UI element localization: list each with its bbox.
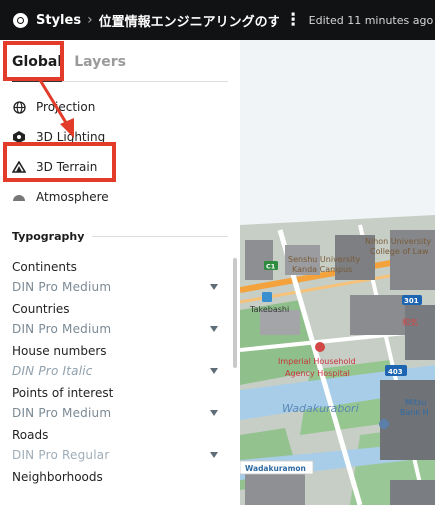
- map-3d-view: Nihon University College of Law Senshu U…: [240, 40, 435, 505]
- globe-icon: [12, 100, 26, 114]
- map-label-bank-h: Bank H: [400, 408, 429, 417]
- caret-down-icon: [210, 284, 218, 290]
- font-value: DIN Pro Italic: [12, 364, 93, 378]
- property-label: Points of interest: [12, 386, 114, 400]
- mapbox-logo-icon[interactable]: [13, 12, 28, 28]
- route-301-shield: 301: [404, 297, 419, 305]
- highlight-global-tab: [3, 41, 64, 81]
- map-label-college-of-law: College of Law: [370, 247, 429, 256]
- property-label: Roads: [12, 428, 49, 442]
- font-select-house-numbers[interactable]: DIN Pro Italic: [12, 361, 222, 381]
- map-label-agency-hospital: Agency Hospital: [285, 369, 350, 378]
- chevron-right-icon: ›: [87, 12, 93, 28]
- map-label-wadakurabori: Wadakurabori: [282, 402, 359, 415]
- property-label: Continents: [12, 260, 77, 274]
- caret-down-icon: [210, 410, 218, 416]
- caret-down-icon: [210, 452, 218, 458]
- typography-heading: Typography: [12, 228, 228, 244]
- sidebar-item-label: Atmosphere: [36, 190, 109, 204]
- property-continents: Continents DIN Pro Medium: [12, 257, 222, 299]
- property-label: Neighborhoods: [12, 470, 103, 484]
- font-select-continents[interactable]: DIN Pro Medium: [12, 277, 222, 297]
- map-label-kanda-campus: Kanda Campus: [292, 265, 352, 274]
- typography-properties: Continents DIN Pro Medium Countries DIN …: [12, 257, 222, 505]
- property-label: Countries: [12, 302, 70, 316]
- map-label-takebashi: Takebashi: [249, 305, 289, 314]
- more-options-icon[interactable]: ⋮: [285, 10, 302, 30]
- sidebar-item-projection[interactable]: Projection: [12, 92, 228, 122]
- top-bar: Styles › 位置情報エンジニアリングのす... ⋮ Edited 11 m…: [0, 0, 435, 40]
- map-label-kanji: 和気: [402, 317, 418, 327]
- font-select-countries[interactable]: DIN Pro Medium: [12, 319, 222, 339]
- font-select-roads[interactable]: DIN Pro Regular: [12, 445, 222, 465]
- edited-status: Edited 11 minutes ago: [308, 13, 434, 27]
- map-canvas[interactable]: Nihon University College of Law Senshu U…: [240, 40, 435, 505]
- map-label-nihon-university: Nihon University: [365, 237, 431, 246]
- font-select-points-of-interest[interactable]: DIN Pro Medium: [12, 403, 222, 423]
- property-label: House numbers: [12, 344, 107, 358]
- route-403-shield: 403: [388, 368, 403, 376]
- highlight-3d-terrain: [3, 142, 116, 182]
- property-countries: Countries DIN Pro Medium: [12, 299, 222, 341]
- property-house-numbers: House numbers DIN Pro Italic: [12, 341, 222, 383]
- caret-down-icon: [210, 368, 218, 374]
- font-value: DIN Pro Regular: [12, 448, 110, 462]
- sidebar: Global Layers Projection 3D Lighting 3D …: [0, 40, 240, 505]
- breadcrumb-styles[interactable]: Styles: [36, 13, 81, 28]
- font-value: DIN Pro Medium: [12, 280, 112, 294]
- atmosphere-icon: [12, 190, 26, 204]
- sidebar-item-label: Projection: [36, 100, 96, 114]
- font-value: DIN Pro Medium: [12, 406, 112, 420]
- map-label-senshu-university: Senshu University: [288, 255, 361, 264]
- sidebar-item-atmosphere[interactable]: Atmosphere: [12, 182, 228, 212]
- font-value: DIN Pro Medium: [12, 322, 112, 336]
- style-title[interactable]: 位置情報エンジニアリングのす...: [99, 11, 279, 30]
- property-roads: Roads DIN Pro Regular: [12, 425, 222, 467]
- map-label-wadakuramon: Wadakuramon: [245, 464, 306, 473]
- map-label-imperial-household: Imperial Household: [278, 357, 356, 366]
- section-title: Typography: [12, 229, 85, 243]
- tab-layers[interactable]: Layers: [74, 52, 126, 82]
- property-neighborhoods: Neighborhoods: [12, 467, 222, 505]
- sidebar-scrollbar[interactable]: [233, 258, 237, 368]
- caret-down-icon: [210, 326, 218, 332]
- property-points-of-interest: Points of interest DIN Pro Medium: [12, 383, 222, 425]
- map-label-mitsu: Mitsu: [405, 398, 427, 407]
- route-c1-shield: C1: [266, 263, 276, 271]
